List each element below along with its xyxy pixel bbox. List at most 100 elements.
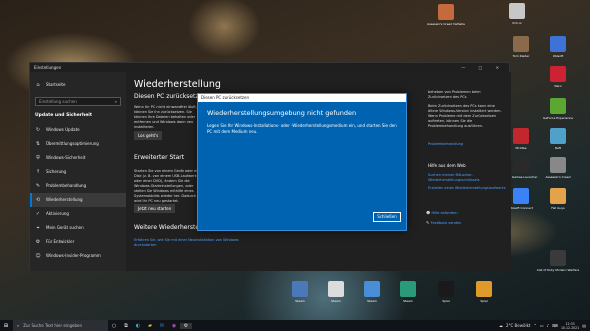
- icon-assassins-creed-valhalla[interactable]: Assassin's Creed Valhalla: [424, 4, 468, 26]
- developers-icon: ⚙: [35, 239, 41, 245]
- advanced-start-text: Starten Sie von einem Gerät oder einer D…: [134, 169, 203, 203]
- icon-ubisoft-connect-top-image: [550, 36, 566, 52]
- settings-taskbar-icon[interactable]: ⚙: [180, 322, 192, 329]
- sidebar-item-home[interactable]: ⌂ Startseite: [30, 78, 126, 92]
- icon-assassins-creed[interactable]: Assassin's Creed: [536, 157, 580, 179]
- get-help-link[interactable]: Hilfe anfordern: [431, 211, 457, 215]
- sidebar-item-activation[interactable]: ✓ Aktivierung: [30, 207, 126, 221]
- recovery-icon: ⟲: [35, 197, 41, 203]
- insider-icon: ☺: [35, 253, 41, 259]
- icon-geforce[interactable]: GeForce Experience: [536, 98, 580, 120]
- sidebar-items: ↻ Windows Update ⇅ Übermittlungsoptimierung…: [30, 123, 126, 263]
- sidebar-item-label: Windows-Sicherheit: [46, 155, 86, 160]
- sidebar-item-backup[interactable]: ↑ Sicherung: [30, 165, 126, 179]
- icon-call-of-duty-image: [550, 250, 566, 266]
- app-icon[interactable]: ◉: [168, 323, 180, 329]
- icon-ubisoft-connect-image: [513, 188, 529, 204]
- feedback-link[interactable]: Feedback senden: [431, 221, 462, 225]
- sidebar-item-insider[interactable]: ☺ Windows-Insider-Programm: [30, 249, 126, 263]
- activation-icon: ✓: [35, 211, 41, 217]
- icon-epic-games-image: [513, 157, 529, 173]
- clock[interactable]: 12:33 10.12.2021: [561, 322, 579, 330]
- tray-chevron-icon[interactable]: ⌃: [533, 323, 536, 328]
- bitlocker-link[interactable]: Suchen meiner BitLocker-Wiederherstellun…: [428, 173, 508, 183]
- taskbar-search-input[interactable]: ⌕ Zur Suche Text hier eingeben: [13, 320, 108, 331]
- icon-assassins-creed-image: [550, 157, 566, 173]
- search-placeholder: Einstellung suchen: [39, 99, 77, 104]
- cortana-icon[interactable]: ○: [108, 323, 120, 329]
- icon-steam-d-image: [400, 281, 416, 297]
- feedback-row[interactable]: ✎ Feedback senden: [426, 220, 461, 226]
- sidebar-item-recovery[interactable]: ⟲ Wiederherstellung: [30, 193, 126, 207]
- dialog-title: Diesen PC zurücksetzen: [198, 94, 406, 102]
- icon-steam-a-image: [292, 281, 308, 297]
- icon-call-of-duty[interactable]: Call of Duty Modern Warfare: [536, 250, 580, 272]
- windows-security-icon: ⛨: [36, 155, 40, 161]
- icon-itch[interactable]: itch.io: [495, 3, 539, 25]
- desktop-icon-label: Nero: [554, 84, 562, 88]
- sidebar-item-label: Problembehandlung: [46, 183, 87, 188]
- settings-search-input[interactable]: Einstellung suchen ⌕: [35, 97, 121, 106]
- desktop-icon-label: Fall Guys: [551, 206, 565, 210]
- window-title: Einstellungen: [34, 65, 62, 70]
- icon-tomb-raider-image: [513, 36, 529, 52]
- page-title: Wiederherstellung: [134, 79, 221, 90]
- language-icon[interactable]: ⌨: [552, 323, 558, 328]
- icon-game-f[interactable]: Spiel: [462, 281, 506, 303]
- sidebar-item-windows-security[interactable]: ⛨ Windows-Sicherheit: [30, 151, 126, 165]
- desktop-icon-label: Raft: [554, 146, 562, 150]
- desktop-icon-label: Spiel: [480, 299, 488, 303]
- recovery-drive-link[interactable]: Erstellen eines Wiederherstellungslaufwe…: [428, 186, 508, 191]
- icon-raft[interactable]: Raft: [536, 128, 580, 150]
- mail-icon[interactable]: ✉: [156, 323, 168, 329]
- icon-geforce-image: [550, 98, 566, 114]
- reset-start-button[interactable]: Los geht's: [134, 131, 163, 140]
- icon-fall-guys[interactable]: Fall Guys: [536, 188, 580, 210]
- sidebar-item-troubleshoot[interactable]: ✎ Problembehandlung: [30, 179, 126, 193]
- volume-icon[interactable]: ♪: [547, 323, 550, 328]
- weather-icon: ☁: [498, 323, 503, 328]
- icon-game-f-image: [476, 281, 492, 297]
- search-icon: ⌕: [17, 323, 20, 328]
- feedback-icon: ✎: [426, 220, 430, 225]
- window-controls[interactable]: — □ ✕: [461, 63, 505, 72]
- desktop-icon-label: GeForce Experience: [543, 116, 573, 120]
- search-icon: ⌕: [114, 99, 117, 104]
- fresh-start-link[interactable]: Erfahren Sie, wie Sie mit einer Neuinsta…: [134, 238, 254, 248]
- sidebar-item-label: Sicherung: [46, 169, 67, 174]
- start-button[interactable]: ⊞: [0, 323, 12, 329]
- sidebar-item-windows-update[interactable]: ↻ Windows Update: [30, 123, 126, 137]
- icon-ubisoft-connect-top[interactable]: Ubisoft: [536, 36, 580, 58]
- sidebar-item-delivery-optimization[interactable]: ⇅ Übermittlungsoptimierung: [30, 137, 126, 151]
- notification-icon[interactable]: ▤: [582, 323, 586, 328]
- recovery-error-dialog: Diesen PC zurücksetzen Wiederherstellung…: [197, 93, 407, 231]
- weather-text[interactable]: 2°C Bewölkt: [506, 323, 531, 328]
- desktop-icon-label: Assassin's Creed: [545, 175, 571, 179]
- sidebar-item-label: Windows Update: [46, 127, 80, 132]
- get-help-row[interactable]: ☻ Hilfe anfordern: [426, 210, 458, 216]
- file-explorer-icon[interactable]: ▰: [144, 323, 156, 329]
- troubleshoot-icon: ✎: [35, 183, 41, 189]
- find-device-icon: ⌖: [36, 225, 40, 231]
- sidebar-item-developers[interactable]: ⚙ Für Entwickler: [30, 235, 126, 249]
- windows-update-icon: ↻: [35, 127, 41, 133]
- dialog-heading: Wiederherstellungsumgebung nicht gefunde…: [207, 109, 357, 117]
- icon-nero[interactable]: Nero: [536, 66, 580, 88]
- close-button[interactable]: Schließen: [373, 212, 401, 222]
- window-titlebar: Einstellungen — □ ✕: [30, 63, 509, 72]
- icon-mcafee-image: [513, 128, 529, 144]
- delivery-optimization-icon: ⇅: [35, 141, 41, 147]
- troubleshoot-link[interactable]: Problembehandlung: [428, 142, 463, 147]
- edge-icon[interactable]: ◐: [132, 323, 144, 329]
- sidebar-item-find-device[interactable]: ⌖ Mein Gerät suchen: [30, 221, 126, 235]
- sidebar-item-label: Startseite: [46, 82, 66, 87]
- network-icon[interactable]: ▭: [540, 323, 544, 328]
- icon-steam-b-image: [328, 281, 344, 297]
- right-reset-text: beheben von Problemen beim Zurücksetzen …: [428, 90, 481, 99]
- icon-assassins-creed-valhalla-image: [438, 4, 454, 20]
- task-view-icon[interactable]: ⧉: [120, 323, 132, 329]
- help-icon: ☻: [426, 210, 431, 215]
- icon-game-e-image: [438, 281, 454, 297]
- sidebar-item-label: Aktivierung: [46, 211, 69, 216]
- restart-now-button[interactable]: Jetzt neu starten: [134, 204, 176, 213]
